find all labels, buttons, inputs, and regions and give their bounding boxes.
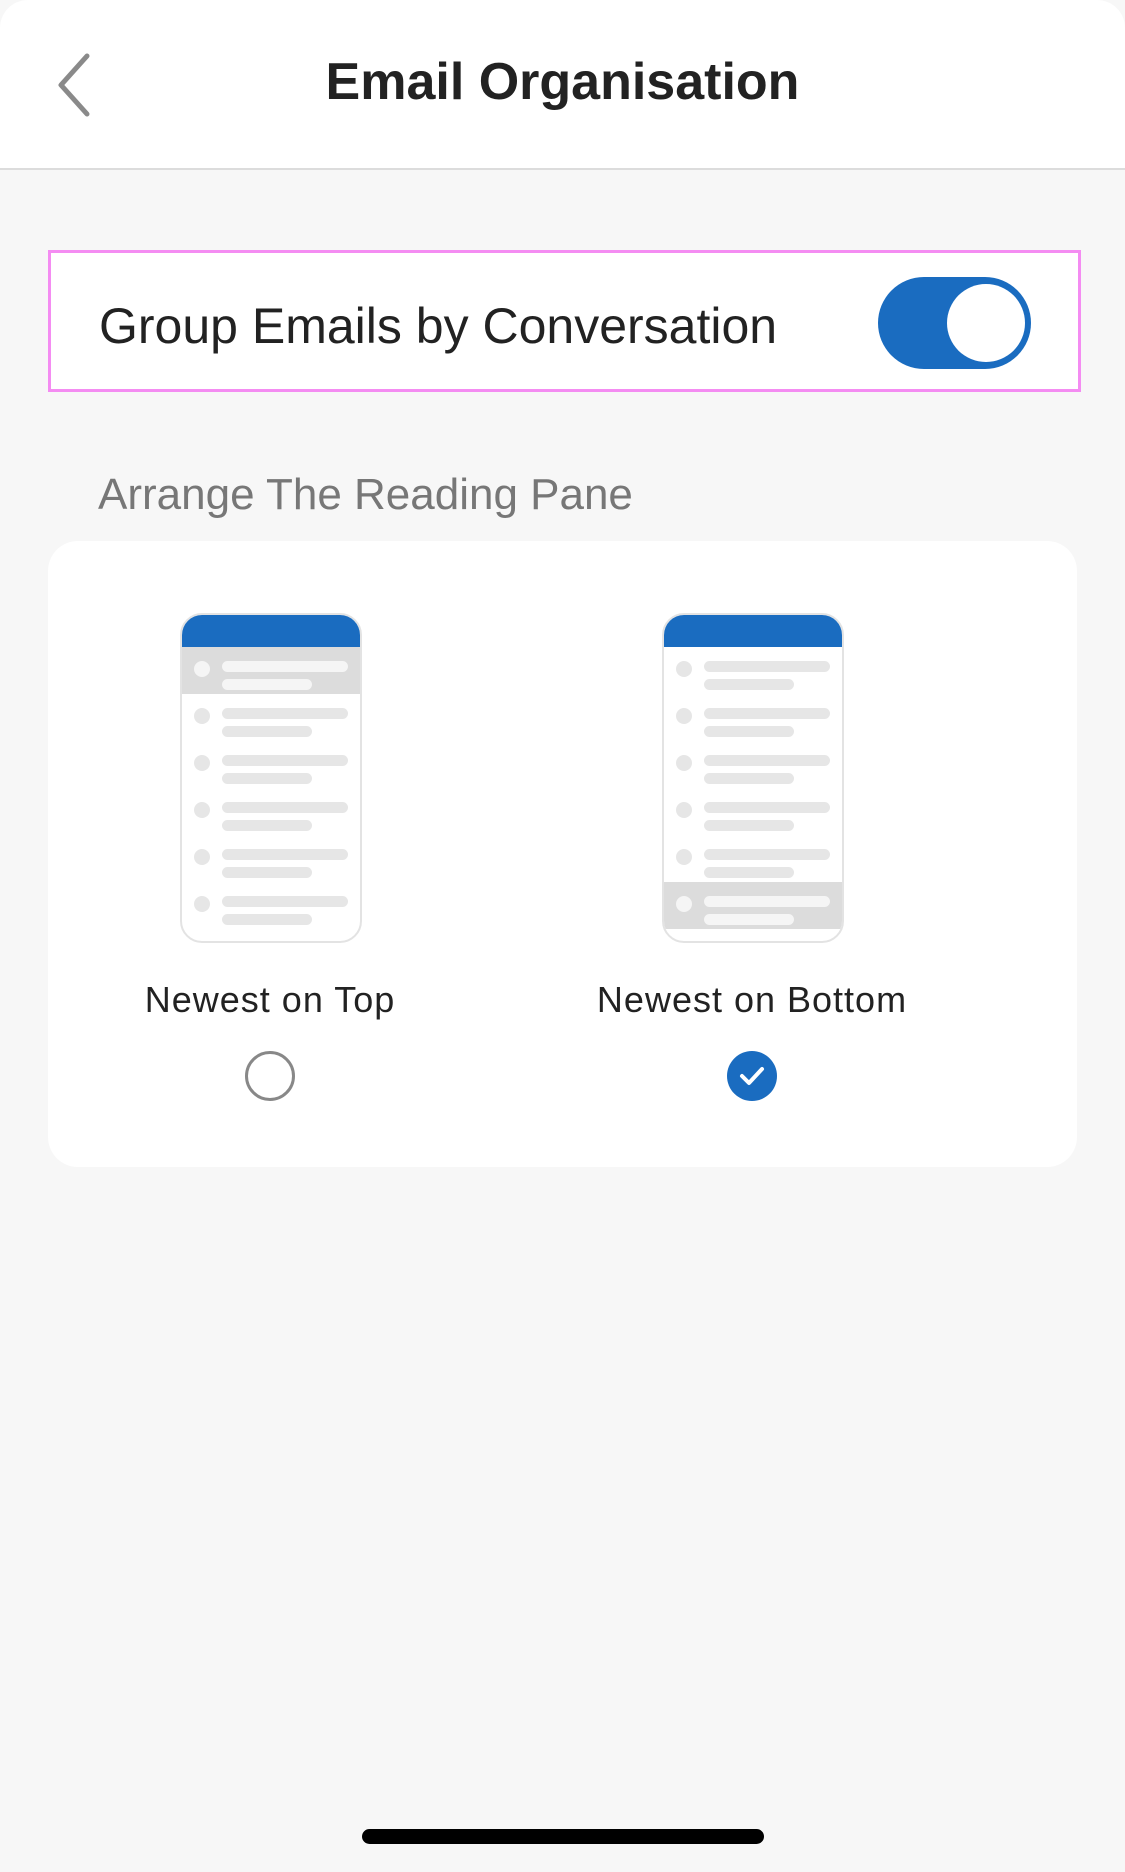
checkmark-icon [740, 1067, 764, 1085]
option-label-newest-on-top: Newest on Top [144, 979, 396, 1020]
newest-on-bottom-illustration [662, 613, 844, 943]
option-newest-on-top[interactable]: Newest on Top [145, 613, 560, 1101]
newest-on-top-illustration [180, 613, 362, 943]
toggle-knob [947, 284, 1025, 362]
option-newest-on-bottom[interactable]: Newest on Bottom [597, 613, 1042, 1101]
group-emails-row[interactable]: Group Emails by Conversation [48, 250, 1081, 392]
reading-pane-card: Newest on Top Newest on Bottom [48, 541, 1077, 1167]
home-indicator [362, 1829, 764, 1844]
reading-pane-section-label: Arrange The Reading Pane [98, 470, 633, 519]
radio-newest-on-bottom[interactable] [727, 1051, 777, 1101]
group-emails-label: Group Emails by Conversation [99, 298, 778, 354]
navigation-header: Email Organisation [0, 0, 1125, 170]
group-emails-toggle[interactable] [878, 277, 1031, 369]
page-title: Email Organisation [325, 53, 800, 111]
option-label-newest-on-bottom: Newest on Bottom [596, 979, 908, 1020]
radio-newest-on-top[interactable] [245, 1051, 295, 1101]
